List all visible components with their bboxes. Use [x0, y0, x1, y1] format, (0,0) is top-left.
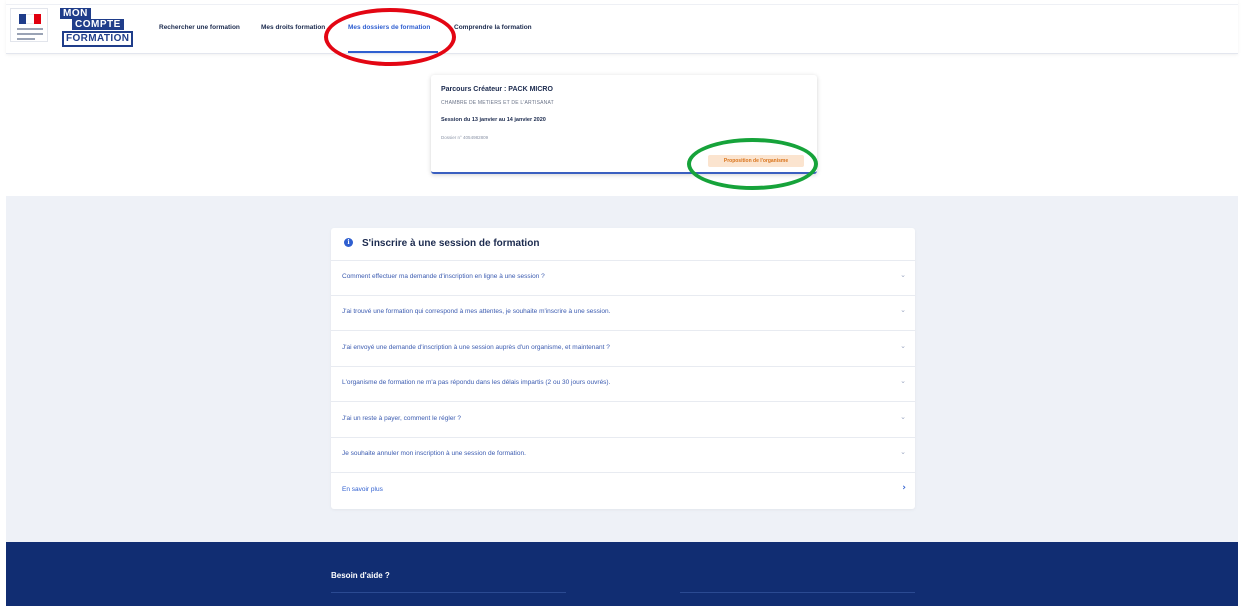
faq-item[interactable]: Comment effectuer ma demande d'inscripti… [331, 261, 915, 296]
chevron-down-icon: ⌄ [900, 342, 906, 350]
help-title: Besoin d'aide ? [331, 571, 390, 580]
mon-compte-formation-logo[interactable]: MON COMPTE FORMATION [60, 8, 134, 47]
nav-comprendre-formation[interactable]: Comprendre la formation [454, 24, 532, 31]
republique-francaise-logo[interactable] [10, 8, 48, 42]
footer-divider [331, 592, 566, 593]
chevron-right-icon: › [902, 483, 906, 493]
faq-question: J'ai trouvé une formation qui correspond… [342, 308, 611, 315]
nav-rechercher-formation[interactable]: Rechercher une formation [159, 24, 240, 31]
faq-question: Je souhaite annuler mon inscription à un… [342, 450, 526, 457]
dossier-session-dates: Session du 13 janvier au 14 janvier 2020 [441, 117, 546, 123]
faq-panel: i S'inscrire à une session de formation … [331, 228, 915, 509]
brand-line-3: FORMATION [62, 31, 134, 47]
dossier-number: Dossier n° 4054982809 [441, 135, 489, 140]
footer-divider [680, 592, 915, 593]
page: MON COMPTE FORMATION Rechercher une form… [6, 0, 1238, 606]
dossier-title: Parcours Créateur : PACK MICRO [441, 86, 553, 93]
brand-line-2: COMPTE [72, 19, 124, 30]
chevron-down-icon: ⌄ [900, 306, 906, 314]
info-icon: i [344, 238, 353, 247]
chevron-down-icon: ⌄ [900, 377, 906, 385]
chevron-down-icon: ⌄ [900, 448, 906, 456]
faq-question: L'organisme de formation ne m'a pas répo… [342, 379, 611, 386]
chevron-down-icon: ⌄ [900, 271, 906, 279]
faq-item[interactable]: J'ai trouvé une formation qui correspond… [331, 296, 915, 331]
faq-question: J'ai envoyé une demande d'inscription à … [342, 344, 610, 351]
faq-more-label: En savoir plus [342, 486, 383, 493]
faq-more-link[interactable]: En savoir plus › [331, 474, 915, 509]
chevron-down-icon: ⌄ [900, 413, 906, 421]
nav-mes-droits-formation[interactable]: Mes droits formation [261, 24, 331, 31]
faq-title: S'inscrire à une session de formation [362, 238, 540, 249]
dossier-organisme: CHAMBRE DE METIERS ET DE L'ARTISANAT [441, 100, 554, 106]
site-footer: Besoin d'aide ? [6, 542, 1238, 606]
faq-item[interactable]: J'ai envoyé une demande d'inscription à … [331, 332, 915, 367]
annotation-green-circle [687, 138, 818, 190]
french-flag-icon [19, 14, 41, 24]
annotation-red-circle [324, 8, 456, 66]
brand-line-1: MON [60, 8, 91, 19]
faq-item[interactable]: J'ai un reste à payer, comment le régler… [331, 403, 915, 438]
top-divider [6, 4, 1238, 5]
faq-question: Comment effectuer ma demande d'inscripti… [342, 273, 545, 280]
faq-item[interactable]: Je souhaite annuler mon inscription à un… [331, 438, 915, 473]
site-header: MON COMPTE FORMATION Rechercher une form… [6, 0, 1238, 54]
logo-text-lines [17, 28, 43, 43]
faq-item[interactable]: L'organisme de formation ne m'a pas répo… [331, 367, 915, 402]
faq-header: i S'inscrire à une session de formation [331, 228, 915, 261]
faq-question: J'ai un reste à payer, comment le régler… [342, 415, 462, 422]
